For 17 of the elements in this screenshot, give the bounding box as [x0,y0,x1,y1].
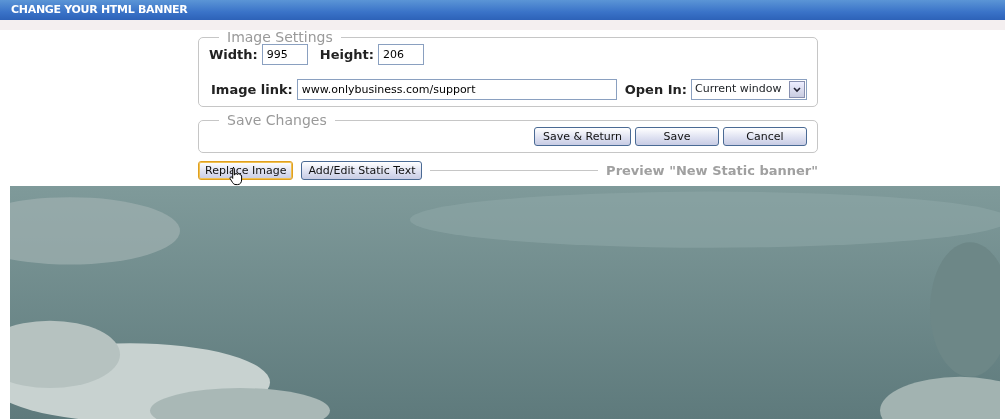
image-link-label: Image link: [211,80,293,99]
panel-legend: Image Settings [219,30,341,44]
chevron-down-icon [793,86,801,93]
action-button[interactable]: Cancel [723,127,807,146]
height-field[interactable]: 206 [377,44,424,65]
width-field[interactable]: 995 [261,44,308,65]
width-label: Width: [209,45,258,64]
action-button[interactable]: Save & Return [533,127,631,146]
image-link-field[interactable]: www.onlybusiness.com/support [296,79,617,100]
toolbar-button[interactable]: Add/Edit Static Text [301,161,423,181]
preview-title: Preview "New Static banner" [606,162,818,180]
action-button[interactable]: Save [635,127,719,146]
height-label: Height: [319,45,374,64]
window-title: CHANGE YOUR HTML BANNER [0,0,1005,20]
open-in-dropdown[interactable]: Current window [691,79,807,100]
panel-legend: Save Changes [219,113,335,127]
open-in-label: Open In: [624,80,687,99]
